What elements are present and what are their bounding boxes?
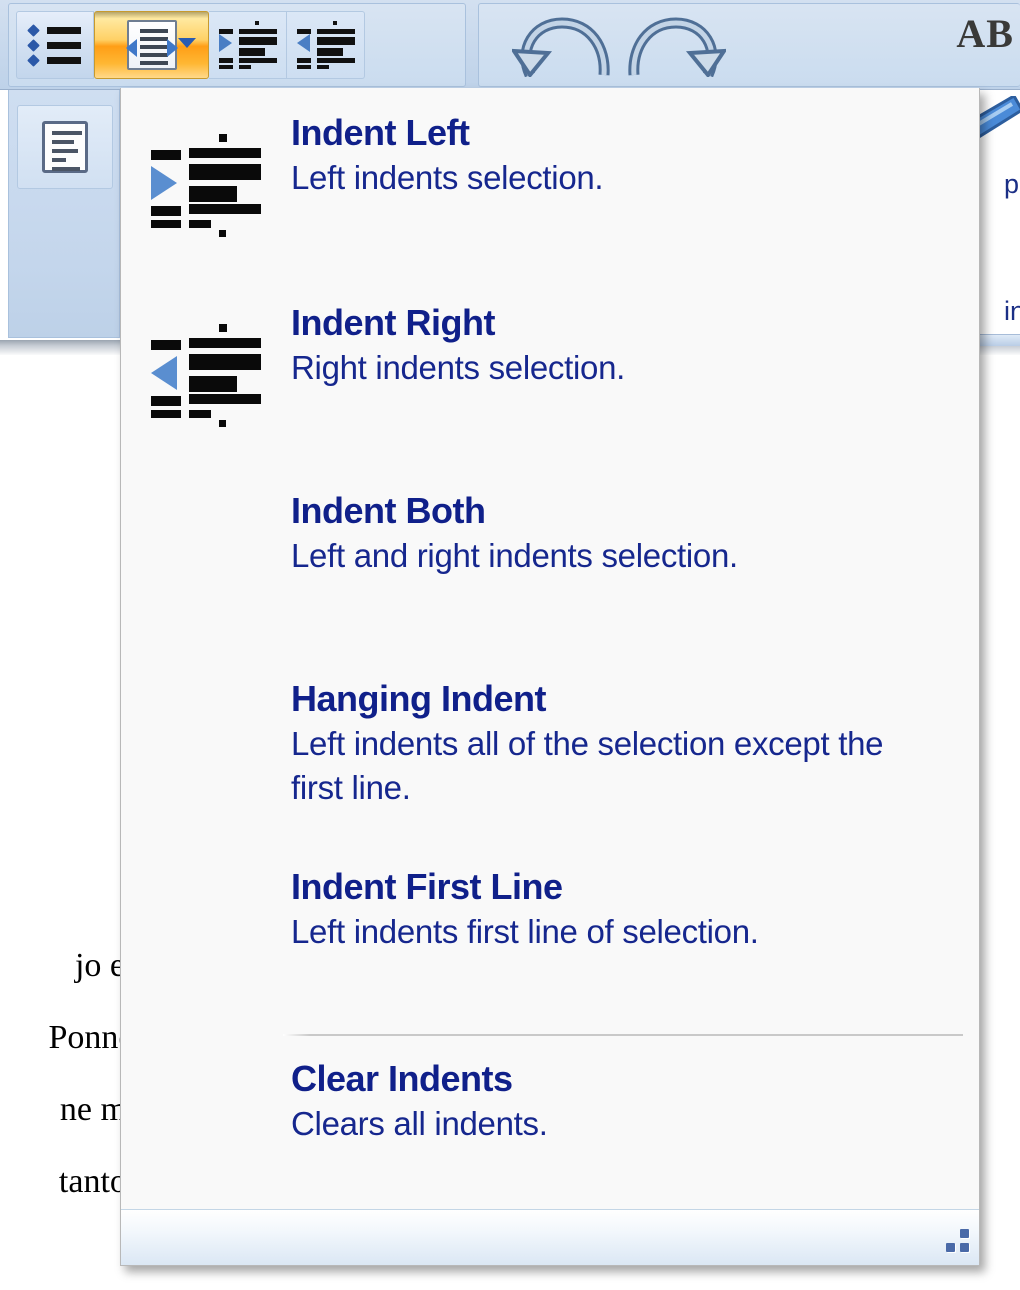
menu-item-clear-indents[interactable]: Clear Indents Clears all indents. — [121, 1056, 981, 1146]
menu-item-desc: Right indents selection. — [291, 349, 625, 386]
menu-item-indent-right[interactable]: Indent Right Right indents selection. — [121, 300, 981, 427]
menu-item-desc: Left and right indents selection. — [291, 537, 738, 574]
indent-right-button[interactable] — [287, 11, 365, 79]
indent-left-icon — [218, 21, 277, 69]
indent-left-icon — [151, 134, 261, 237]
bullet-list-icon — [27, 22, 83, 68]
menu-item-title: Clear Indents — [291, 1058, 513, 1099]
resize-grip-icon[interactable] — [939, 1227, 969, 1257]
indent-left-button[interactable] — [209, 11, 287, 79]
redo-button[interactable] — [619, 11, 729, 79]
indent-right-icon — [151, 324, 261, 427]
menu-item-desc: Clears all indents. — [291, 1105, 548, 1142]
menu-item-title: Indent First Line — [291, 866, 563, 907]
menu-item-desc: Left indents all of the selection except… — [291, 725, 884, 806]
menu-item-title: Indent Right — [291, 302, 495, 343]
bullet-list-button[interactable] — [16, 11, 94, 79]
undo-arrow-icon — [512, 17, 610, 77]
paragraph-buttons — [16, 11, 365, 79]
ribbon-group-editing: AB pe ing — [478, 3, 1020, 346]
chevron-down-icon[interactable] — [178, 38, 196, 48]
menu-item-title: Indent Both — [291, 490, 486, 531]
undo-button[interactable] — [509, 11, 619, 79]
menu-item-desc: Left indents first line of selection. — [291, 913, 759, 950]
menu-item-title: Indent Left — [291, 112, 470, 153]
menu-item-indent-both[interactable]: Indent Both Left and right indents selec… — [121, 488, 981, 578]
indent-right-icon — [296, 21, 355, 69]
ribbon-toolbar: AB pe ing — [0, 0, 1020, 346]
menu-separator — [283, 1034, 963, 1036]
menu-items-container: Indent Left Left indents selection. Inde… — [121, 88, 979, 1209]
paragraph-formatting-button[interactable] — [17, 105, 113, 189]
menu-item-title: Hanging Indent — [291, 678, 546, 719]
indent-both-icon — [125, 20, 178, 70]
editing-label-pe: pe — [1003, 169, 1020, 199]
menu-item-desc: Left indents selection. — [291, 159, 604, 196]
editing-label-ing: ing — [1003, 296, 1020, 326]
indent-both-dropdown-button[interactable] — [94, 11, 209, 79]
menu-item-indent-first-line[interactable]: Indent First Line Left indents first lin… — [121, 864, 981, 954]
editing-buttons — [509, 11, 729, 79]
doc-line: que tu — [0, 1268, 142, 1290]
menu-item-hanging-indent[interactable]: Hanging Indent Left indents all of the s… — [121, 676, 981, 810]
menu-footer — [121, 1209, 979, 1265]
menu-item-indent-left[interactable]: Indent Left Left indents selection. — [121, 110, 981, 237]
page-lines-icon — [42, 121, 88, 173]
screen: jo en Ponne, ne ma tanto? que tu ió la p… — [0, 0, 1020, 1290]
redo-arrow-icon — [628, 17, 726, 77]
spelling-ab-label: AB — [956, 11, 1014, 56]
ribbon-group-paragraph — [8, 3, 466, 87]
indent-dropdown-menu: Indent Left Left indents selection. Inde… — [120, 88, 980, 1266]
